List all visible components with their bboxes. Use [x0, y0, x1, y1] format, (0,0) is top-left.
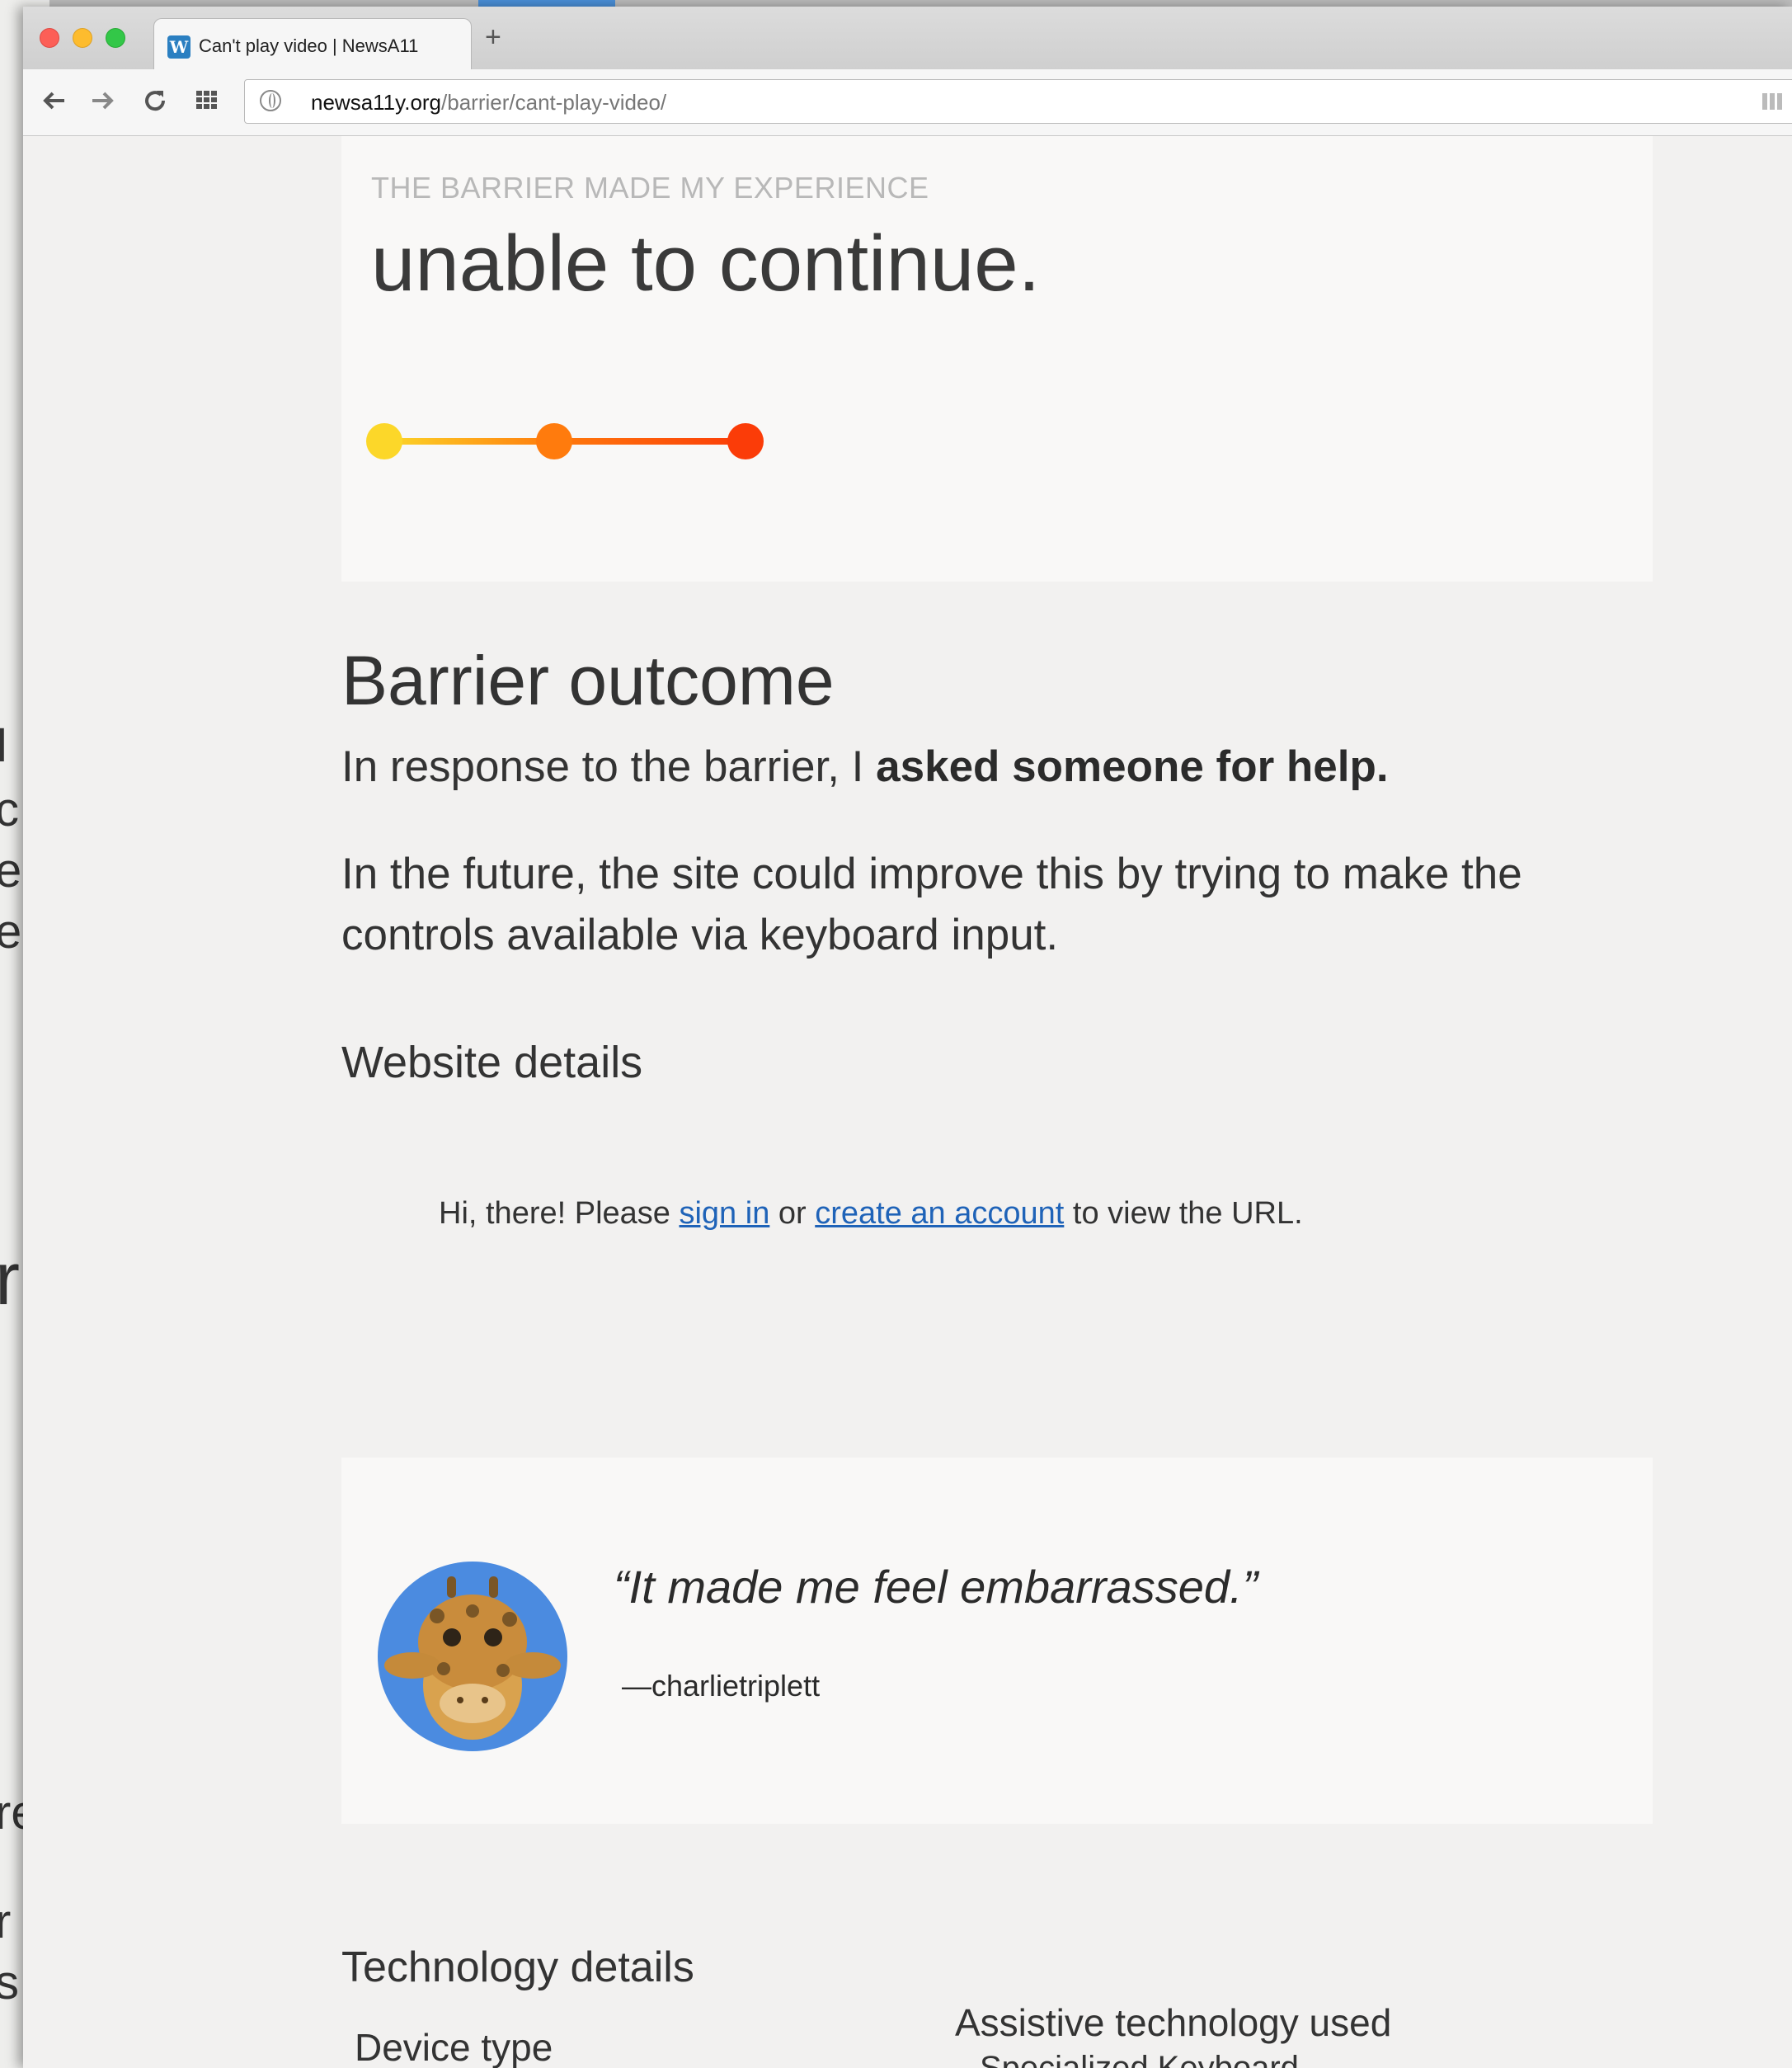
- response-text: In response to the barrier, I: [341, 742, 877, 791]
- browser-window: W Can't play video | NewsA11 + newsa11y.…: [23, 7, 1792, 2068]
- barrier-outcome-heading: Barrier outcome: [341, 642, 835, 719]
- response-paragraph: In response to the barrier, I asked some…: [341, 737, 1628, 798]
- website-details-heading: Website details: [341, 1038, 643, 1087]
- improvement-paragraph: In the future, the site could improve th…: [341, 850, 1522, 959]
- experience-label: THE BARRIER MADE MY EXPERIENCE: [371, 171, 929, 205]
- tab-bar: W Can't play video | NewsA11 +: [23, 7, 1792, 69]
- background-text-fragment: I: [0, 718, 9, 772]
- wordpress-icon: W: [167, 35, 190, 59]
- background-window-bar: [0, 0, 1792, 7]
- background-text-fragment: r: [0, 1238, 20, 1321]
- quote-text: “It made me feel embarrassed.”: [614, 1561, 1258, 1613]
- device-type-label: Device type: [355, 2026, 553, 2068]
- apps-grid-icon[interactable]: [195, 87, 219, 118]
- background-text-fragment: c: [0, 783, 19, 836]
- new-tab-button[interactable]: +: [485, 23, 501, 51]
- giraffe-avatar: [378, 1562, 567, 1751]
- signin-message: Hi, there! Please sign in or create an a…: [439, 1196, 1303, 1232]
- back-arrow-icon[interactable]: [41, 87, 68, 120]
- scale-segment: [384, 438, 554, 445]
- severity-scale: [366, 423, 764, 459]
- minimize-window-button[interactable]: [73, 28, 92, 48]
- close-window-button[interactable]: [40, 28, 59, 48]
- background-text-fragment: r: [0, 1895, 12, 1948]
- browser-tab[interactable]: W Can't play video | NewsA11: [153, 18, 472, 69]
- scale-dot-low: [366, 423, 402, 459]
- signin-middle: or: [769, 1196, 816, 1231]
- background-text-fragment: e: [0, 905, 22, 959]
- scale-dot-medium: [536, 423, 572, 459]
- assistive-technology-item: Specialized Keyboard: [980, 2050, 1299, 2068]
- extensions-icon[interactable]: [1762, 93, 1782, 110]
- signin-suffix: to view the URL.: [1064, 1196, 1303, 1231]
- response-action: asked someone for help.: [876, 742, 1389, 791]
- technology-details-heading: Technology details: [341, 1943, 694, 1991]
- forward-arrow-icon[interactable]: [89, 87, 115, 120]
- scale-dot-high: [727, 423, 764, 459]
- experience-card: THE BARRIER MADE MY EXPERIENCE unable to…: [341, 136, 1653, 582]
- background-tab-indicator: [478, 0, 615, 7]
- page-content: THE BARRIER MADE MY EXPERIENCE unable to…: [23, 136, 1792, 2068]
- signin-prefix: Hi, there! Please: [439, 1196, 680, 1231]
- quote-author: —charlietriplett: [622, 1669, 821, 1703]
- background-text-fragment: s: [0, 1956, 19, 2009]
- address-bar[interactable]: newsa11y.org/barrier/cant-play-video/: [244, 79, 1792, 124]
- experience-value: unable to continue.: [371, 219, 1041, 308]
- reload-icon[interactable]: [142, 87, 168, 120]
- tab-title: Can't play video | NewsA11: [199, 35, 419, 56]
- sign-in-link[interactable]: sign in: [679, 1196, 769, 1231]
- assistive-technology-label: Assistive technology used: [955, 2001, 1392, 2044]
- url-text[interactable]: newsa11y.org/barrier/cant-play-video/: [311, 90, 666, 115]
- url-path: /barrier/cant-play-video/: [441, 90, 667, 115]
- browser-toolbar: newsa11y.org/barrier/cant-play-video/: [23, 69, 1792, 136]
- create-account-link[interactable]: create an account: [815, 1196, 1064, 1231]
- url-host: newsa11y.org: [311, 90, 442, 115]
- background-text-fragment: e: [0, 844, 22, 897]
- quote-card: “It made me feel embarrassed.” —charliet…: [341, 1458, 1653, 1824]
- scale-segment: [554, 438, 745, 445]
- globe-icon: [260, 90, 281, 111]
- maximize-window-button[interactable]: [106, 28, 125, 48]
